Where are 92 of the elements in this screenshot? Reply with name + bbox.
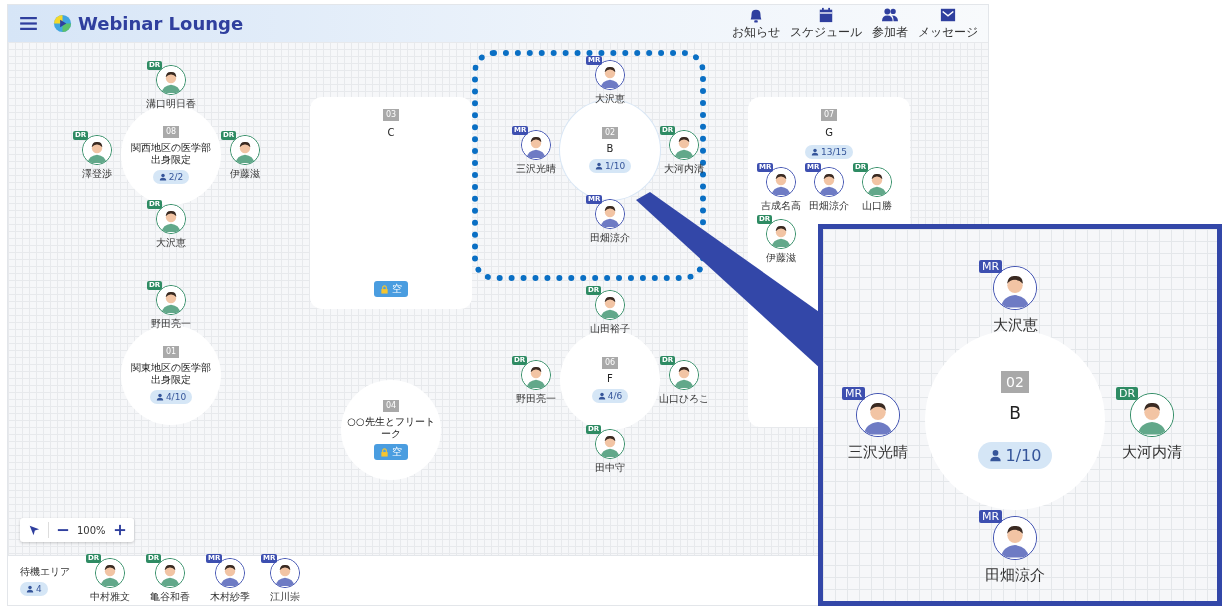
participant-name: 大河内清 (1122, 443, 1182, 462)
participant-name: 田中守 (595, 461, 625, 475)
person-avatar (862, 167, 892, 197)
room-name: 関東地区の医学部出身限定 (130, 362, 212, 386)
person-avatar (156, 204, 186, 234)
room-number: 02 (1001, 371, 1029, 394)
person-avatar (521, 130, 551, 160)
person-avatar (669, 130, 699, 160)
count-text: 4/10 (165, 392, 187, 402)
count-text: 13/15 (821, 147, 847, 157)
person-icon (597, 392, 606, 400)
person-avatar (766, 167, 796, 197)
role-badge: DR (1116, 387, 1139, 400)
participant-name: 大沢恵 (992, 316, 1038, 335)
participant-name: 澤登渉 (82, 167, 112, 181)
nav-button[interactable]: スケジュール (788, 6, 864, 41)
vacancy-text: 空 (392, 282, 402, 296)
person-avatar (230, 135, 260, 165)
person-icon (155, 393, 164, 401)
lock-icon (380, 284, 389, 294)
calendar-icon (817, 6, 835, 23)
person-icon (594, 162, 603, 170)
app-title: Webinar Lounge (78, 13, 244, 34)
participant-name: 中村雅文 (90, 589, 130, 604)
person-avatar (156, 65, 186, 95)
participant-name: 田畑涼介 (985, 566, 1045, 585)
participant-name: 三沢光晴 (516, 162, 556, 176)
person-icon (26, 585, 34, 593)
person-avatar (82, 135, 112, 165)
participant-name: 山口ひろこ (659, 392, 709, 406)
nav-button[interactable]: 参加者 (870, 6, 910, 41)
pointer-icon[interactable] (28, 524, 40, 536)
count-text: 1/10 (1005, 445, 1042, 465)
nav-button[interactable]: お知らせ (730, 6, 782, 41)
waiting-area-label: 待機エリア (20, 565, 70, 579)
person-avatar (669, 360, 699, 390)
count-text: 2/2 (168, 172, 184, 182)
participant-name: 伊藤滋 (230, 167, 260, 181)
person-avatar (156, 285, 186, 315)
room-number: 04 (382, 400, 400, 412)
nav-button[interactable]: メッセージ (916, 6, 980, 41)
person-avatar (814, 167, 844, 197)
room-number: 07 (820, 109, 838, 121)
room-number: 08 (162, 126, 180, 138)
participant-name: 田畑涼介 (590, 231, 630, 245)
person-avatar (766, 219, 796, 249)
participant-name: 木村紗季 (210, 589, 250, 604)
menu-icon[interactable] (20, 17, 37, 30)
envelope-icon (939, 6, 957, 23)
room-name: 関西地区の医学部出身限定 (130, 142, 212, 166)
count-text: 1/10 (604, 161, 626, 171)
room-name: ○○先生とフリートーク (347, 416, 435, 440)
room-card[interactable]: 03 C 空 (310, 97, 472, 309)
room-name: B (605, 143, 615, 155)
room-name: C (386, 127, 396, 139)
participant-name: 野田亮一 (516, 392, 556, 406)
count-text: 4/6 (607, 391, 623, 401)
count-text: 4 (36, 584, 42, 594)
participant-name: 伊藤滋 (766, 251, 796, 265)
participant-name: 三沢光晴 (848, 443, 908, 462)
person-avatar (595, 199, 625, 229)
logo-icon (53, 14, 72, 33)
room-number: 02 (601, 127, 619, 139)
room-name: F (606, 373, 614, 385)
participant-name: 亀谷和香 (150, 589, 190, 604)
person-icon (158, 173, 167, 181)
room-number: 01 (162, 346, 180, 358)
person-avatar (521, 360, 551, 390)
participant-name: 山口勝 (862, 199, 892, 213)
participant-name: 江川崇 (270, 589, 300, 604)
role-badge: MR (979, 510, 1003, 523)
role-badge: MR (979, 260, 1003, 273)
role-badge: MR (842, 387, 866, 400)
person-avatar (595, 429, 625, 459)
participant-name: 大河内清 (664, 162, 704, 176)
vacancy-text: 空 (392, 445, 402, 459)
person-icon (811, 148, 820, 156)
person-avatar (595, 290, 625, 320)
room-name: G (824, 127, 834, 139)
zoom-in-icon[interactable] (113, 524, 126, 536)
person-icon (988, 448, 1002, 462)
lock-icon (380, 447, 389, 457)
room-circle[interactable]: 04 ○○先生とフリートーク 空 (341, 380, 441, 480)
participant-name: 田畑涼介 (809, 199, 849, 213)
room-number: 06 (601, 357, 619, 369)
participant-name: 吉成名高 (761, 199, 801, 213)
room-number: 03 (382, 109, 400, 121)
zoom-level: 100% (77, 524, 106, 536)
participant-name: 大沢恵 (156, 236, 186, 250)
person-avatar (595, 60, 625, 90)
room-name: B (1008, 403, 1022, 424)
people-icon (881, 6, 899, 23)
